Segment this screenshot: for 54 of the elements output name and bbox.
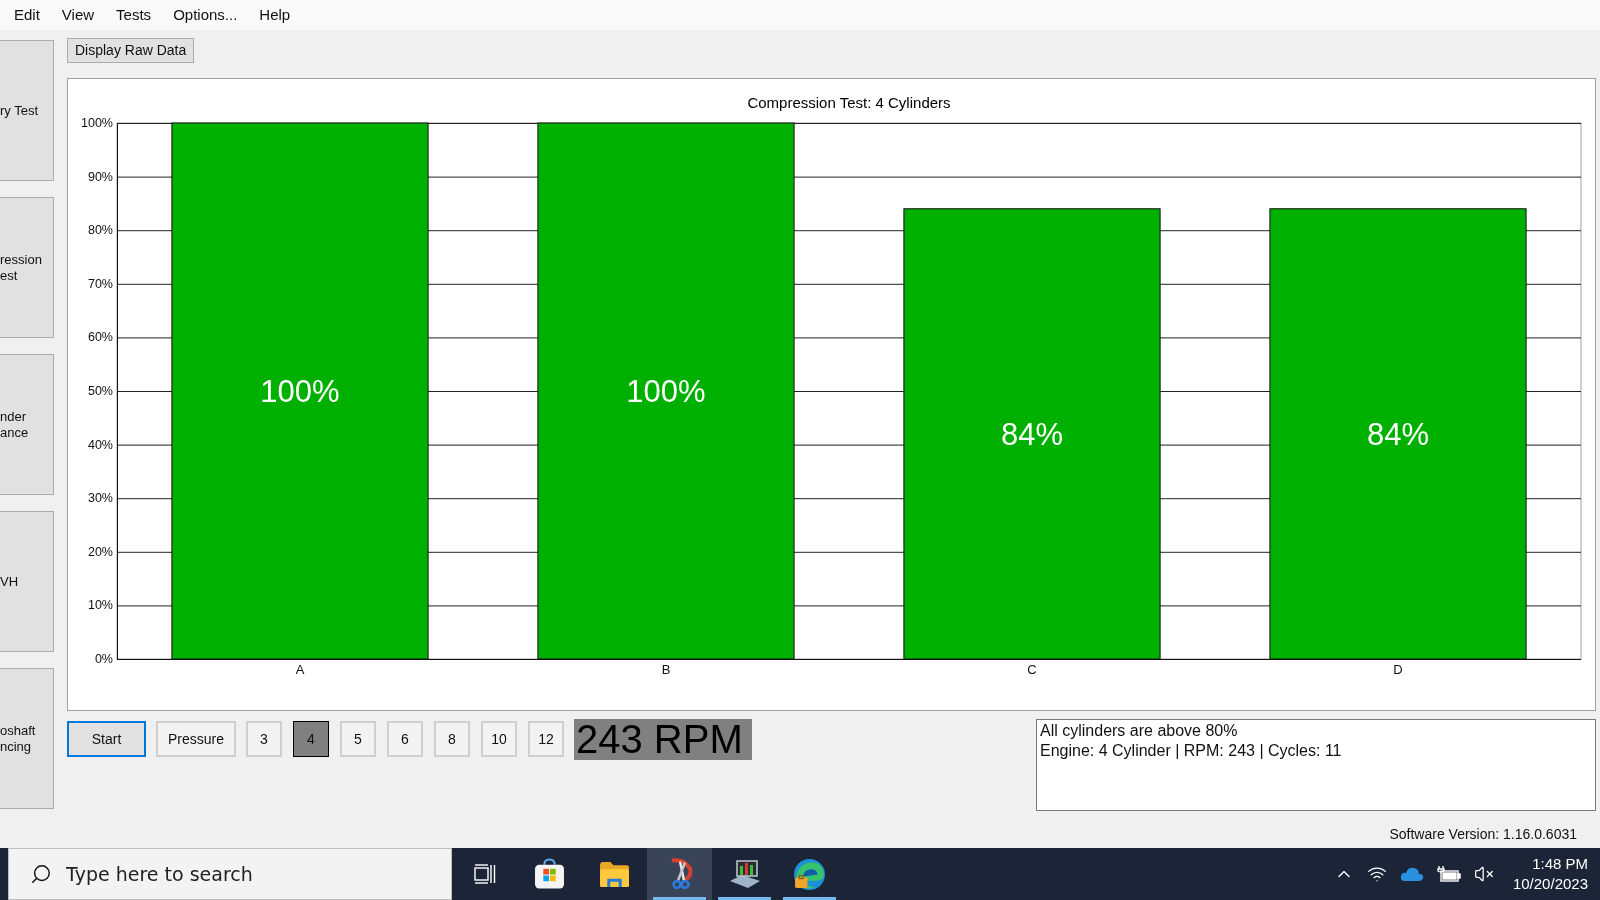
cylinder-count-button[interactable]: 4 (293, 721, 329, 757)
y-axis-label: 10% (87, 598, 113, 613)
cylinder-count-button[interactable]: 12 (528, 721, 564, 757)
sidebar-button[interactable]: nder ance (0, 354, 54, 495)
cylinder-count-button[interactable]: 8 (434, 721, 470, 757)
shopping-bag-icon (534, 858, 565, 890)
clock[interactable]: 1:48 PM 10/20/2023 (1506, 854, 1596, 894)
bar-value-label: 100% (626, 374, 706, 409)
y-axis-label: 100% (81, 116, 113, 130)
search-icon (30, 863, 52, 885)
menu-item[interactable]: Tests (105, 3, 163, 27)
cylinder-count-button[interactable]: 5 (340, 721, 376, 757)
sidebar-button[interactable]: VH (0, 511, 54, 652)
menu-item[interactable]: View (50, 3, 106, 27)
taskbar-search-field[interactable]: Type here to search (8, 848, 452, 900)
menu-item[interactable]: Options... (162, 3, 249, 27)
battery-plug-icon[interactable] (1436, 865, 1461, 883)
pressure-button[interactable]: Pressure (156, 721, 236, 757)
bar-value-label: 100% (260, 374, 340, 409)
y-axis-label: 90% (87, 169, 113, 184)
x-axis-label: D (1393, 662, 1403, 677)
message-text: Engine: 4 Cylinder | RPM: 243 | Cycles: 11 (1040, 741, 1342, 761)
task-view-icon (473, 864, 496, 884)
menu-item[interactable]: Help (248, 3, 302, 27)
y-axis-label: 50% (87, 384, 113, 398)
browser-swirl-icon (793, 857, 826, 891)
x-axis-label: A (295, 662, 305, 677)
cylinder-count-button[interactable]: 10 (481, 721, 517, 757)
volume-muted-icon[interactable] (1473, 864, 1494, 884)
x-axis-label: B (661, 662, 671, 677)
y-axis-label: 40% (87, 437, 113, 452)
rpm-readout: 243 RPM (574, 719, 752, 760)
menu-item[interactable]: Edit (3, 3, 51, 27)
display-raw-data-button[interactable]: Display Raw Data (67, 38, 195, 63)
cloud-icon[interactable] (1399, 866, 1424, 882)
chart-title: Compression Test: 4 Cylinders (747, 94, 951, 111)
y-axis-label: 70% (87, 276, 113, 291)
bar-value-label: 84% (1367, 416, 1429, 452)
y-axis-label: 0% (94, 652, 113, 666)
bar-value-label: 84% (1001, 416, 1063, 452)
software-version-text: Software Version: 1.16.0.6031 (1389, 826, 1577, 842)
sidebar-button[interactable]: ression est (0, 197, 54, 338)
cylinder-count-button[interactable]: 6 (387, 721, 423, 757)
sidebar-button[interactable]: oshaft ncing (0, 668, 54, 809)
sidebar-button[interactable]: ry Test (0, 40, 54, 181)
x-axis-label: C (1027, 662, 1037, 677)
y-axis-label: 60% (87, 330, 113, 345)
message-text: All cylinders are above 80% (1040, 721, 1238, 741)
y-axis-label: 30% (87, 491, 113, 506)
y-axis-label: 20% (87, 544, 113, 559)
folder-icon (599, 860, 630, 888)
y-axis-label: 80% (87, 223, 113, 238)
start-button[interactable]: Start (67, 721, 146, 757)
cylinder-count-button[interactable]: 3 (246, 721, 282, 757)
